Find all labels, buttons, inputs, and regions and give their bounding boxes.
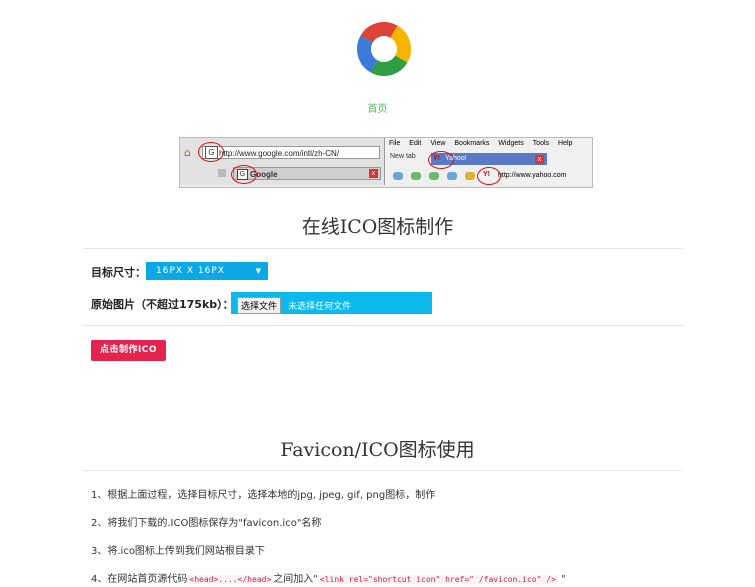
stop-icon bbox=[218, 169, 226, 177]
yahoo-browser-panel: File Edit View Bookmarks Widgets Tools Help Ne… bbox=[384, 138, 592, 185]
highlight-circle bbox=[477, 167, 501, 185]
new-tab-label: New tab bbox=[390, 153, 416, 160]
home-icon: ⌂ bbox=[184, 146, 191, 159]
head-code: <head>....</head> bbox=[187, 575, 274, 584]
close-icon: x bbox=[369, 169, 378, 178]
size-select[interactable]: 16PX X 16PX ▼ bbox=[146, 262, 268, 280]
highlight-circle bbox=[198, 142, 224, 162]
site-logo-icon bbox=[357, 22, 411, 76]
reload-icon bbox=[429, 172, 439, 180]
choose-file-button[interactable]: 选择文件 bbox=[237, 297, 282, 314]
divider bbox=[83, 470, 683, 471]
divider bbox=[83, 325, 683, 326]
star-icon bbox=[465, 172, 475, 180]
usage-step-2: 2、将我们下载的.ICO图标保存为"favicon.ico"名称 bbox=[91, 518, 322, 529]
home-link[interactable]: 首页 bbox=[0, 100, 755, 115]
size-label: 目标尺寸： bbox=[91, 266, 146, 279]
google-address-bar: http://www.google.com/intl/zh-CN/ bbox=[202, 146, 380, 159]
yahoo-address: http://www.yahoo.com bbox=[498, 172, 567, 179]
file-input[interactable]: 选择文件 未选择任何文件 bbox=[231, 292, 432, 314]
image-label: 原始图片（不超过175kb）： bbox=[91, 298, 234, 311]
highlight-circle bbox=[231, 165, 257, 184]
usage-step-4: 4、在网站首页源代码 <head>....</head> 之间加入" <link re… bbox=[91, 574, 566, 585]
file-status: 未选择任何文件 bbox=[288, 302, 352, 312]
usage-step-1: 1、根据上面过程，选择目标尺寸，选择本地的jpg, jpeg, gif, png… bbox=[91, 490, 436, 501]
fast-forward-icon bbox=[447, 172, 457, 180]
size-select-value: 16PX X 16PX bbox=[156, 266, 225, 276]
browser-menu-bar: File Edit View Bookmarks Widgets Tools Help bbox=[389, 140, 573, 147]
favicon-demo-image: ⌂ http://www.google.com/intl/zh-CN/ G Go… bbox=[179, 137, 593, 188]
chevron-down-icon: ▼ bbox=[255, 267, 262, 275]
make-ico-button[interactable]: 点击制作ICO bbox=[91, 340, 166, 361]
forward-icon bbox=[411, 172, 421, 180]
google-browser-panel: ⌂ http://www.google.com/intl/zh-CN/ G Go… bbox=[180, 138, 384, 185]
back-icon bbox=[393, 172, 403, 180]
highlight-circle bbox=[428, 151, 454, 169]
link-code: <link rel="shortcut icon" href=" /favico… bbox=[317, 575, 558, 584]
maker-title: 在线ICO图标制作 bbox=[301, 216, 454, 238]
usage-title: Favicon/ICO图标使用 bbox=[280, 439, 475, 461]
close-icon: x bbox=[535, 155, 544, 164]
divider bbox=[83, 248, 683, 249]
usage-step-3: 3、将.ico图标上传到我们网站根目录下 bbox=[91, 546, 265, 557]
